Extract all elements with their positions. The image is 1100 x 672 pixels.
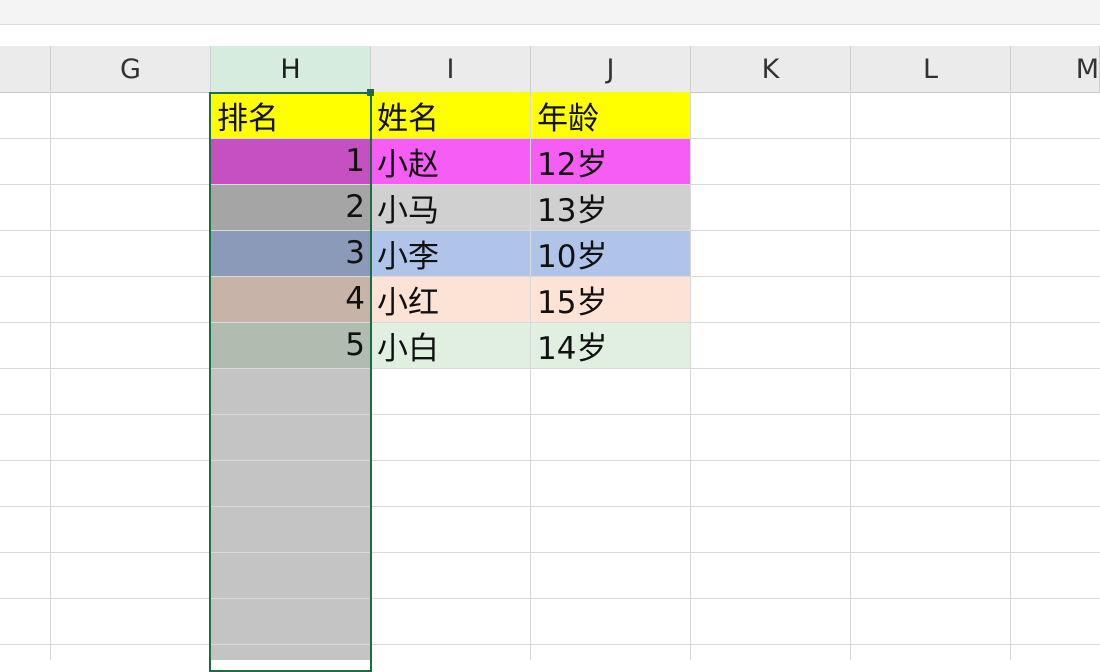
column-header-k[interactable]: K xyxy=(691,46,851,92)
age-cell[interactable]: 12岁 xyxy=(531,138,691,184)
column-header-g[interactable]: G xyxy=(51,46,211,92)
spreadsheet-grid[interactable]: G H I J K L M 排名 姓名 年龄 1 小赵 12岁 2 小马 13岁… xyxy=(0,0,1100,672)
gridline-h xyxy=(0,414,1100,415)
header-cell-name[interactable]: 姓名 xyxy=(371,92,531,138)
column-header-m[interactable]: M xyxy=(1011,46,1100,92)
gridline-h xyxy=(0,552,1100,553)
gridline-v xyxy=(1010,92,1011,660)
gridline-h xyxy=(0,644,1100,645)
gridline-v xyxy=(850,92,851,660)
column-selection-outline xyxy=(209,92,372,672)
age-cell[interactable]: 10岁 xyxy=(531,230,691,276)
name-cell[interactable]: 小赵 xyxy=(371,138,531,184)
name-cell[interactable]: 小白 xyxy=(371,322,531,368)
column-header-i[interactable]: I xyxy=(371,46,531,92)
header-cell-age[interactable]: 年龄 xyxy=(531,92,691,138)
name-cell[interactable]: 小李 xyxy=(371,230,531,276)
name-cell[interactable]: 小红 xyxy=(371,276,531,322)
gridline-h xyxy=(0,598,1100,599)
fill-handle[interactable] xyxy=(367,89,374,96)
gridline-h xyxy=(0,368,1100,369)
column-header-j[interactable]: J xyxy=(531,46,691,92)
gridline-v xyxy=(50,92,51,660)
gridline-h xyxy=(0,506,1100,507)
age-cell[interactable]: 14岁 xyxy=(531,322,691,368)
column-header-h[interactable]: H xyxy=(211,46,371,92)
row-header-divider xyxy=(50,46,51,92)
age-cell[interactable]: 13岁 xyxy=(531,184,691,230)
age-cell[interactable]: 15岁 xyxy=(531,276,691,322)
name-cell[interactable]: 小马 xyxy=(371,184,531,230)
gridline-h xyxy=(0,460,1100,461)
column-header-l[interactable]: L xyxy=(851,46,1011,92)
